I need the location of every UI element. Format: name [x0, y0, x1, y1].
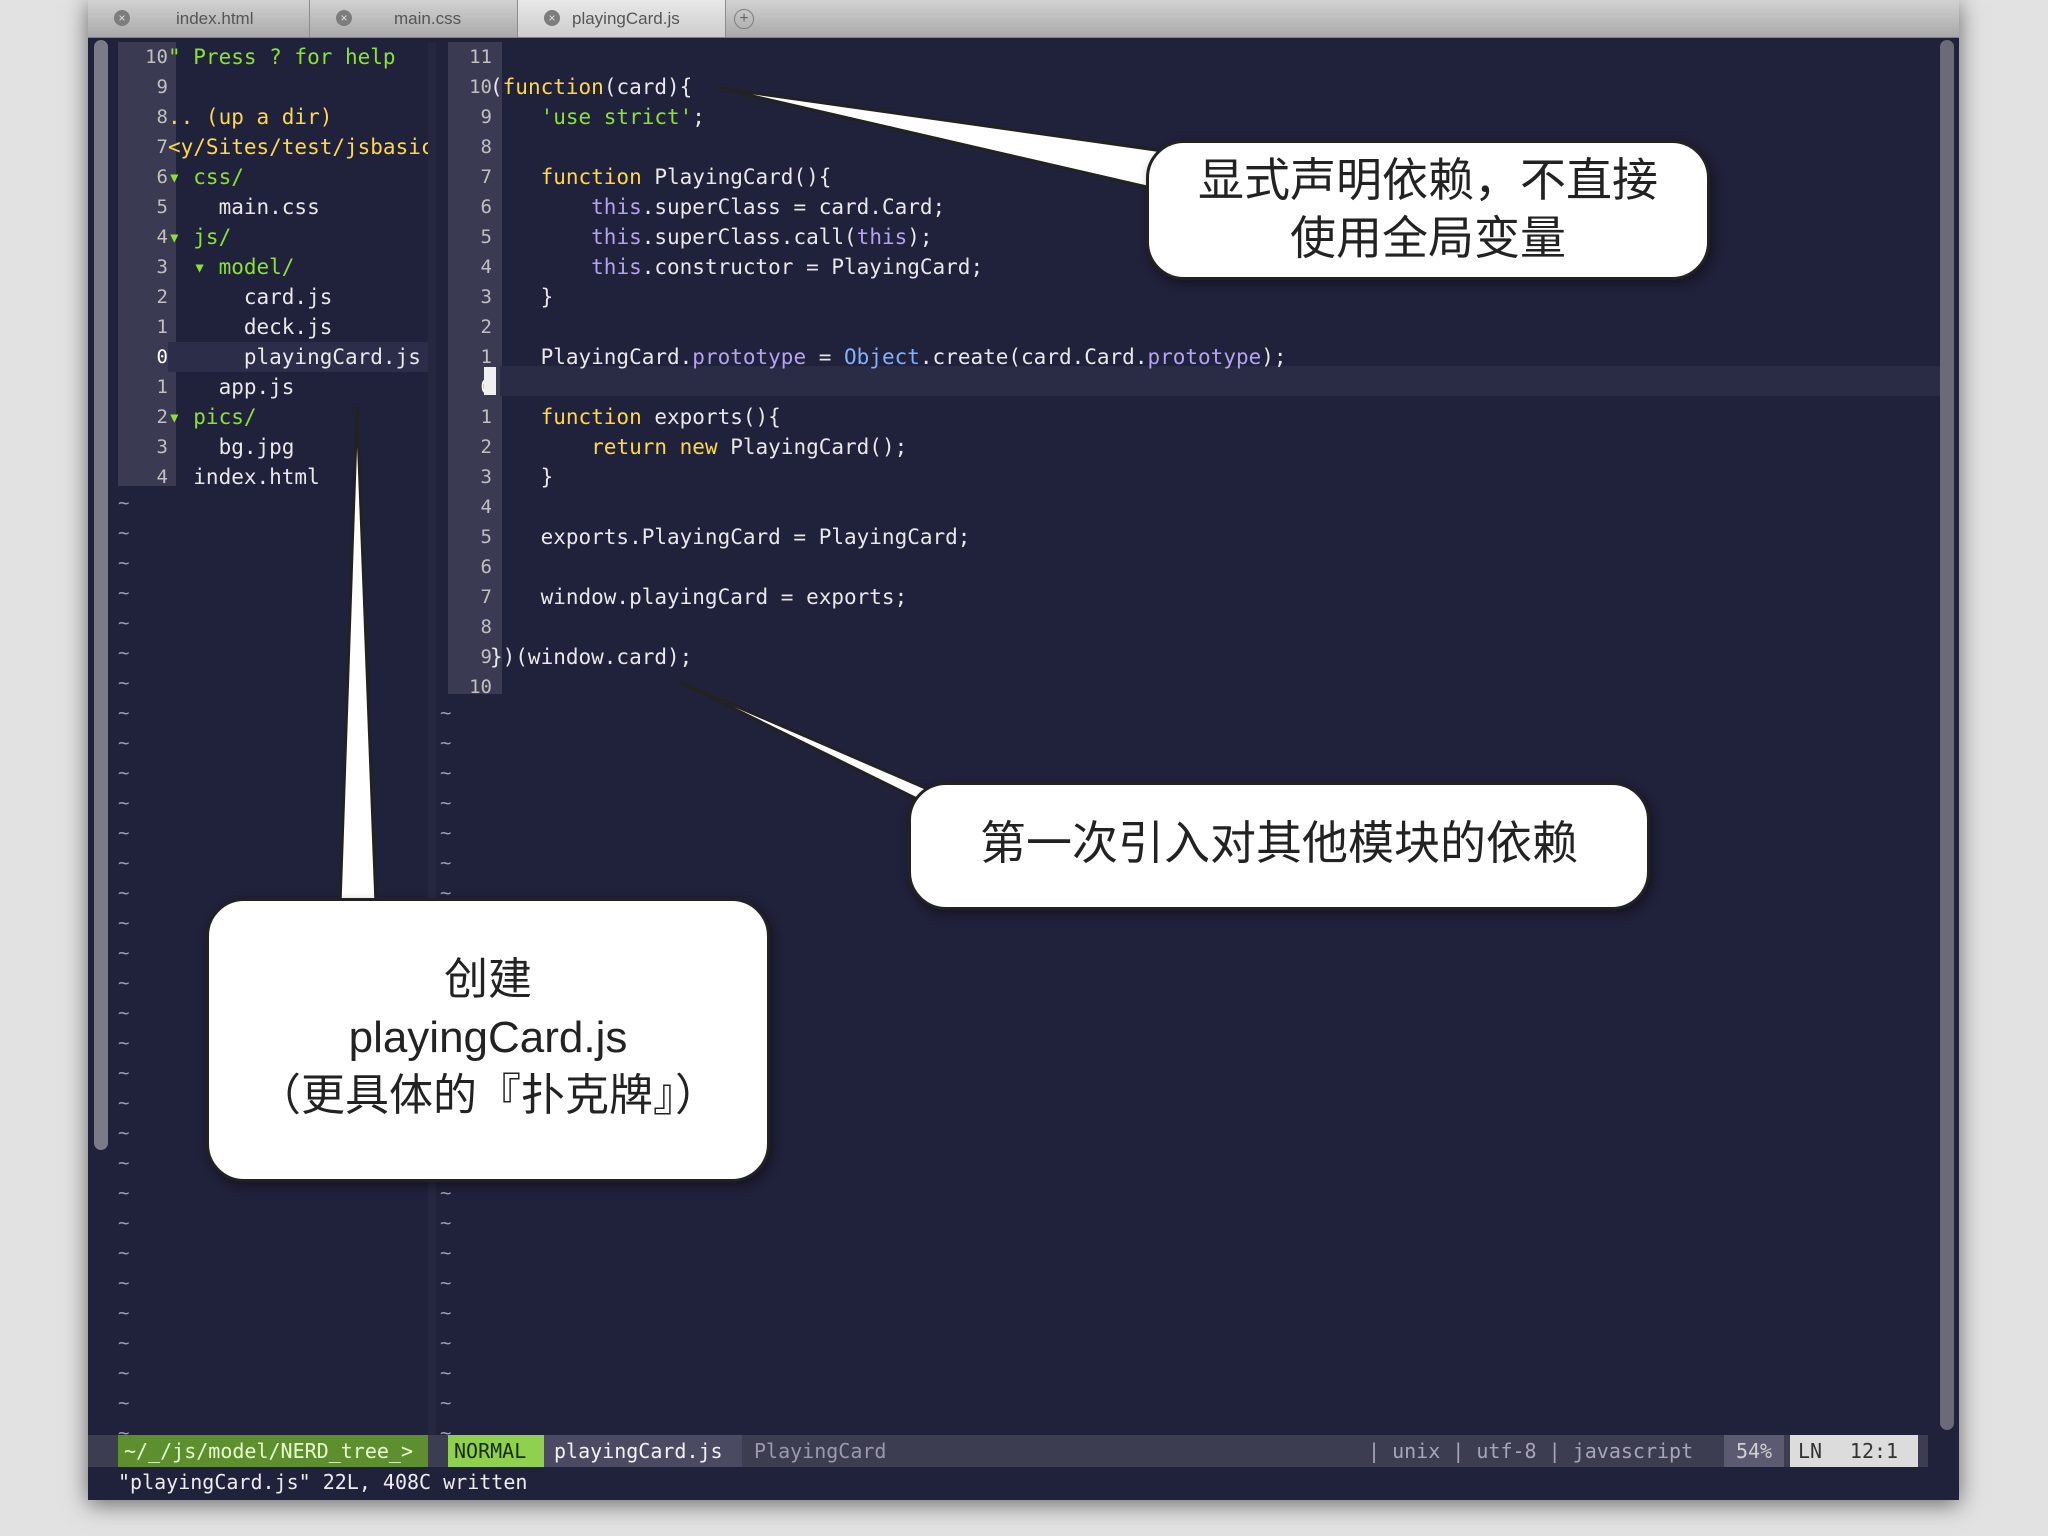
- callout-explicit-dependency: 显式声明依赖，不直接 使用全局变量: [1146, 140, 1710, 280]
- bottom-callout-pointer: [338, 405, 378, 907]
- callout-create-playingcard: 创建 playingCard.js （更具体的『扑克牌』）: [206, 898, 770, 1182]
- callout-text-line: 显式声明依赖，不直接: [1198, 153, 1658, 207]
- callout-text-line: playingCard.js: [348, 1013, 628, 1062]
- top-callout-pointer: [717, 86, 1172, 192]
- callout-text-line: 创建: [444, 954, 532, 1005]
- callout-text-line: 使用全局变量: [1290, 211, 1566, 265]
- callout-first-module-dependency: 第一次引入对其他模块的依赖: [908, 782, 1650, 910]
- callout-text-line: （更具体的『扑克牌』）: [257, 1070, 719, 1121]
- callout-text-line: 第一次引入对其他模块的依赖: [980, 816, 1578, 870]
- callout-pointers: [338, 86, 1172, 907]
